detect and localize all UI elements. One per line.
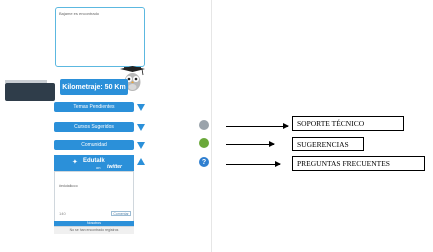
chevron-down-icon[interactable] [137,124,145,131]
twitter-on-label: on [96,165,101,170]
chevron-down-icon[interactable] [137,142,145,149]
callout-faq: PREGUNTAS FRECUENTES [292,156,425,171]
twitter-empty-message: No se han encontrado registros [54,227,134,234]
char-count: 140 [59,211,66,216]
panel-divider [211,0,212,252]
chevron-down-icon[interactable] [137,104,145,111]
menu-label: Comunidad [81,142,107,148]
twitter-compose-box[interactable]: #edutalkcco 140 Comentar [54,171,134,227]
menu-temas-pendientes[interactable]: Temas Pendientes [54,102,134,112]
menu-label: Temas Pendientes [73,104,115,110]
twitter-strip[interactable]: Nosotros [54,221,134,226]
menu-cursos-sugeridos[interactable]: Cursos Sugeridos [54,122,134,132]
twitter-logo: twitter [107,164,122,170]
arrow-support [226,123,289,129]
callout-support: SOPORTE TÉCNICO [292,116,404,131]
menu-comunidad[interactable]: Comunidad [54,140,134,150]
chevron-up-icon[interactable] [137,158,145,165]
twitter-widget-header: ✦ Edutalk on twitter [54,155,134,171]
notes-text: Bajame es encontrado [59,11,100,16]
twitter-footer-text: No se han encontrado registros [69,228,119,232]
twitter-strip-label: Nosotros [86,221,101,225]
callout-faq-text: PREGUNTAS FRECUENTES [297,159,390,168]
collapsed-tab[interactable] [5,83,55,101]
help-question-icon[interactable]: ? [199,157,209,167]
arrow-suggestions [226,141,275,147]
arrow-faq [226,161,281,167]
twitter-bird-icon: ✦ [72,159,78,166]
callout-suggestions-text: SUGERENCIAS [297,140,349,149]
notes-textarea[interactable]: Bajame es encontrado [55,7,145,67]
twitter-compose-actions: 140 Comentar [59,211,131,216]
twitter-hashtag: #edutalkcco [59,184,78,188]
comment-button[interactable]: Comentar [111,211,131,216]
kilometraje-badge: Kilometraje: 50 Km [60,79,128,95]
callout-suggestions: SUGERENCIAS [292,137,364,151]
twitter-handle: Edutalk [83,158,105,164]
kilometraje-label: Kilometraje: 50 Km [62,83,126,91]
support-user-icon[interactable] [199,120,209,130]
suggestions-leaf-icon[interactable] [199,138,209,148]
menu-label: Cursos Sugeridos [74,124,114,130]
callout-support-text: SOPORTE TÉCNICO [297,119,365,128]
